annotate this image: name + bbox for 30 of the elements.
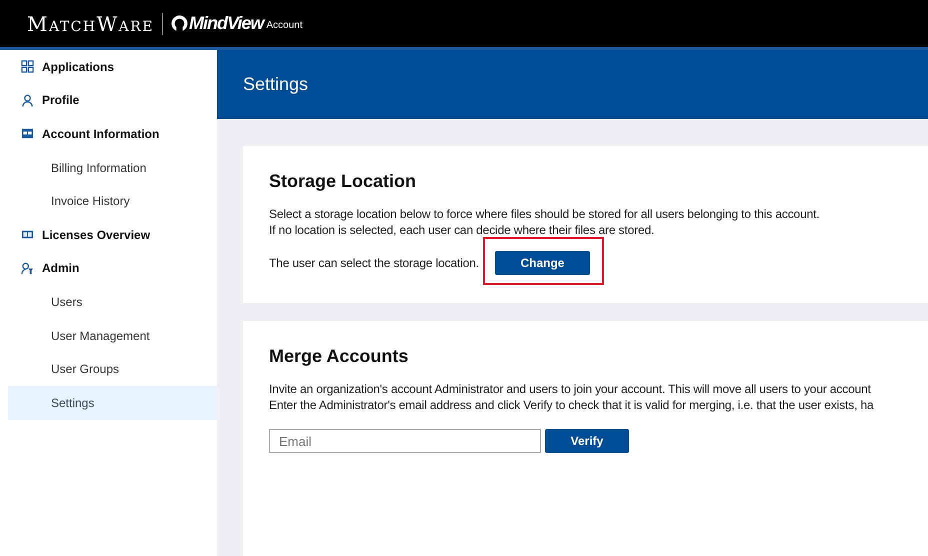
grid-icon <box>21 60 34 74</box>
description-text: Enter the Administrator's email address and click Verify to check that it is valid for merging, i.e. that the user exists, ha <box>269 397 875 413</box>
section-title: Storage Location <box>269 171 418 192</box>
description-text: If no location is selected, each user can decide where their files are stored. <box>269 222 656 238</box>
sidebar-item[interactable]: Profile <box>8 84 217 118</box>
verify-button[interactable]: Verify <box>545 429 629 453</box>
sidebar-item[interactable]: Licenses Overview <box>8 218 217 252</box>
person-icon <box>21 94 34 107</box>
logo-icon <box>171 15 188 32</box>
sidebar-subitem[interactable]: User Groups <box>8 352 217 386</box>
sidebar-subitem[interactable]: User Management <box>8 318 217 352</box>
id-card-icon <box>21 127 34 140</box>
page-title: Settings <box>243 74 308 95</box>
brand-logo: MatchWare <box>27 12 154 36</box>
email-field[interactable]: Email <box>269 429 541 453</box>
description-text: Invite an organization's account Administrator and users to join your account. This will move all users to your account <box>269 381 872 397</box>
sidebar-subitem[interactable]: Invoice History <box>8 184 217 218</box>
sidebar-item[interactable]: Applications <box>8 50 217 84</box>
sidebar-subitem[interactable]: Billing Information <box>8 150 217 184</box>
sidebar-item[interactable]: Admin <box>8 252 217 286</box>
admin-icon <box>21 262 34 275</box>
sidebar-item[interactable]: Account Information <box>8 117 217 151</box>
product-suffix: Account <box>266 20 302 31</box>
change-button[interactable]: Change <box>494 251 590 275</box>
description-text: Select a storage location below to force where files should be stored for all users belonging to this account. <box>269 206 820 222</box>
sidebar-subitem[interactable]: Users <box>8 285 217 319</box>
section-title: Merge Accounts <box>269 346 410 367</box>
status-text: The user can select the storage location. <box>269 256 479 270</box>
product-logo: MindView <box>189 13 264 34</box>
sidebar-subitem[interactable]: Settings <box>8 386 217 420</box>
